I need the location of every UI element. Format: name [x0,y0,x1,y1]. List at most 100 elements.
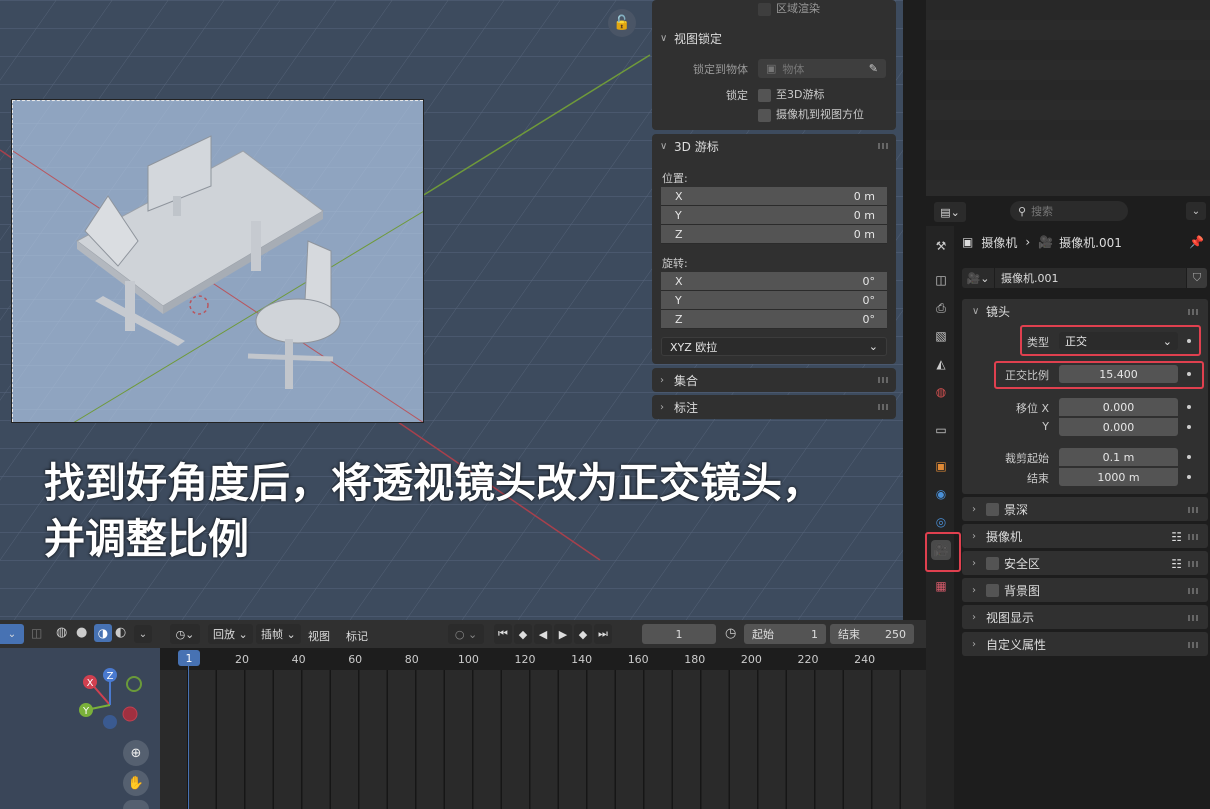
navigation-gizmo[interactable]: X Z Y [70,660,150,740]
tool-icon[interactable]: ⚒ [931,236,951,256]
lock-to-cursor-checkbox[interactable] [758,88,771,102]
location-z-field[interactable]: Z0 m [661,225,887,244]
playhead-frame-badge[interactable]: 1 [178,650,200,666]
editor-type-button[interactable]: ▤⌄ [934,202,966,222]
object-icon[interactable]: ▣ [931,456,951,476]
jump-end-icon[interactable]: ⏭ [594,624,612,644]
clip-end-field[interactable]: 1000 m [1059,468,1178,486]
lock-icon[interactable]: 🔓 [608,9,636,37]
play-icon[interactable]: ▶ [554,624,572,644]
xray-icon[interactable]: ◫ [31,626,42,640]
lock-to-object-field[interactable]: ▣ 物体 ✎ [758,59,886,78]
keyframe-dot[interactable] [1187,475,1191,479]
datablock-selector[interactable]: 🎥⌄ [962,268,994,288]
next-keyframe-icon[interactable]: ◆ [574,624,592,644]
location-y-field[interactable]: Y0 m [661,206,887,225]
wireframe-shading-icon[interactable]: ◍ [56,625,67,640]
frame-end-field[interactable]: 结束 250 [830,624,914,644]
camera-to-view-option[interactable]: 摄像机到视图方位 [758,106,864,122]
playback-menu[interactable]: 回放 ⌄ [208,624,253,644]
collection-panel[interactable]: › 集合 [652,368,896,392]
material-shading-icon[interactable]: ◑ [94,624,112,642]
timeline-body[interactable] [160,670,926,809]
current-frame-field[interactable]: 1 [642,624,716,644]
camera-view-icon[interactable] [123,800,149,809]
auto-keying-toggle[interactable]: ○ ⌄ [448,624,484,644]
preset-list-icon[interactable]: ☷ [1171,530,1182,544]
render-icon[interactable]: ◫ [931,270,951,290]
rotation-mode-dropdown[interactable]: XYZ 欧拉 ⌄ [661,337,887,356]
view-layer-icon[interactable]: ▧ [931,326,951,346]
viewport-display-section[interactable]: › 视图显示 [962,605,1208,629]
dof-checkbox[interactable] [986,503,999,516]
options-dropdown[interactable]: ⌄ [1186,202,1206,220]
view-menu[interactable]: 视图 [308,628,330,644]
lock-to-cursor-option[interactable]: 至3D游标 [758,86,824,102]
timeline[interactable]: ◷⌄ 回放 ⌄ 插帧 ⌄ 视图 标记 ○ ⌄ ⏮ ◆ ◀ ▶ ◆ ⏭ 1 ◷ 起… [160,620,926,809]
mode-button[interactable]: ⌄ [0,624,24,644]
frame-start-field[interactable]: 起始 1 [744,624,826,644]
physics-icon[interactable]: ◎ [931,512,951,532]
preset-list-icon[interactable]: ☷ [1171,557,1182,571]
keyframe-dot[interactable] [1187,405,1191,409]
keyframe-dot[interactable] [1187,425,1191,429]
prev-keyframe-icon[interactable]: ◆ [514,624,532,644]
drag-handle-icon[interactable] [878,143,890,149]
drag-handle-icon[interactable] [1188,506,1200,513]
region-render-checkbox[interactable] [758,2,771,16]
solid-shading-icon[interactable]: ● [76,625,87,640]
camera-section[interactable]: › 摄像机 ☷ [962,524,1208,548]
keyframe-dot[interactable] [1187,455,1191,459]
shading-options-dropdown[interactable]: ⌄ [134,625,152,643]
drag-handle-icon[interactable] [1188,587,1200,594]
jump-start-icon[interactable]: ⏮ [494,624,512,644]
rotation-z-field[interactable]: Z 0° [661,310,887,329]
marker-menu[interactable]: 标记 [346,628,368,644]
drag-handle-icon[interactable] [878,377,890,383]
annotation-panel[interactable]: › 标注 [652,395,896,419]
rotation-y-field[interactable]: Y 0° [661,291,887,310]
editor-type-button[interactable]: ◷⌄ [170,624,200,644]
location-x-field[interactable]: X0 m [661,187,887,206]
drag-handle-icon[interactable] [1188,308,1200,315]
texture-icon[interactable]: ▦ [931,576,951,596]
background-images-section[interactable]: › 背景图 [962,578,1208,602]
view-lock-header[interactable]: ∨ 视图锁定 [652,26,722,50]
fake-user-shield-icon[interactable]: ⛉ [1187,268,1207,288]
pin-icon[interactable]: 📌 [1189,235,1204,249]
eyedropper-icon[interactable]: ✎ [869,62,878,75]
timeline-ruler[interactable]: 20 40 60 80 100 120 140 160 180 200 220 240 [160,650,926,670]
pan-hand-icon[interactable]: ✋ [123,770,149,796]
playhead-line[interactable] [188,664,189,809]
drag-handle-icon[interactable] [878,404,890,410]
drag-handle-icon[interactable] [1188,614,1200,621]
keying-menu[interactable]: 插帧 ⌄ [256,624,301,644]
background-images-checkbox[interactable] [986,584,999,597]
drag-handle-icon[interactable] [1188,560,1200,567]
zoom-icon[interactable]: ⊕ [123,740,149,766]
shift-y-field[interactable]: 0.000 [1059,418,1178,436]
3d-cursor-header[interactable]: ∨ 3D 游标 [652,134,896,158]
secondary-viewport[interactable]: ⌄ ◫ ◍ ● ◑ ◐ ⌄ X Z Y ⊕ ✋ [0,620,160,809]
shift-x-field[interactable]: 0.000 [1059,398,1178,416]
preview-range-icon[interactable]: ◷ [725,626,736,641]
safe-areas-checkbox[interactable] [986,557,999,570]
custom-properties-section[interactable]: › 自定义属性 [962,632,1208,656]
outliner[interactable] [926,0,1210,196]
camera-to-view-checkbox[interactable] [758,108,771,122]
clip-start-field[interactable]: 0.1 m [1059,448,1178,466]
world-icon[interactable]: ◍ [931,382,951,402]
drag-handle-icon[interactable] [1188,641,1200,648]
rotation-x-field[interactable]: X 0° [661,272,887,291]
search-input[interactable]: ⚲ 搜索 [1010,201,1128,221]
editor-divider[interactable] [903,0,926,620]
drag-handle-icon[interactable] [1188,533,1200,540]
rendered-shading-icon[interactable]: ◐ [115,625,126,640]
play-reverse-icon[interactable]: ◀ [534,624,552,644]
output-icon[interactable]: ⎙ [931,298,951,318]
dof-section[interactable]: › 景深 [962,497,1208,521]
scene-icon[interactable]: ◭ [931,354,951,374]
collection-icon[interactable]: ▭ [931,420,951,440]
datablock-name-field[interactable]: 摄像机.001 [995,268,1186,288]
lens-header[interactable]: ∨ 镜头 [962,299,1208,324]
